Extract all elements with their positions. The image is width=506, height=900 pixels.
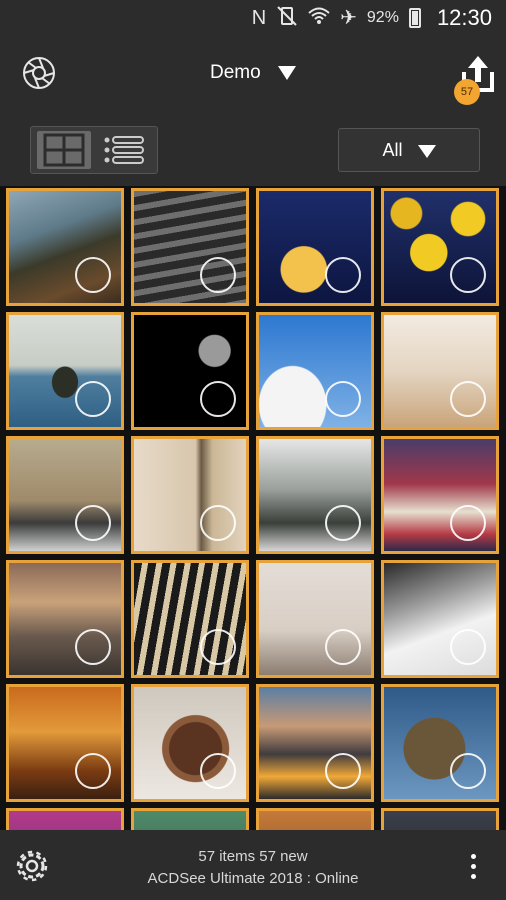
photo-thumbnail[interactable] — [256, 808, 374, 830]
select-circle[interactable] — [200, 629, 236, 665]
select-circle[interactable] — [75, 257, 111, 293]
photo-grid — [0, 186, 506, 830]
photo-thumbnail[interactable] — [256, 436, 374, 554]
select-circle[interactable] — [450, 753, 486, 789]
select-circle[interactable] — [75, 381, 111, 417]
vibrate-icon — [276, 6, 298, 30]
photo-thumbnail[interactable] — [381, 436, 499, 554]
select-circle[interactable] — [75, 753, 111, 789]
photo-thumbnail[interactable] — [131, 436, 249, 554]
grid-view-button[interactable] — [37, 131, 91, 169]
photo-thumbnail[interactable] — [131, 808, 249, 830]
view-toolbar: All — [0, 114, 506, 186]
select-circle[interactable] — [325, 753, 361, 789]
filter-label: All — [382, 140, 403, 160]
photo-thumbnail[interactable] — [131, 684, 249, 802]
select-circle[interactable] — [75, 505, 111, 541]
select-circle[interactable] — [450, 505, 486, 541]
photo-thumbnail[interactable] — [6, 560, 124, 678]
select-circle[interactable] — [325, 629, 361, 665]
photo-thumbnail[interactable] — [381, 188, 499, 306]
photo-thumbnail[interactable] — [256, 312, 374, 430]
photo-thumbnail[interactable] — [131, 560, 249, 678]
select-circle[interactable] — [450, 381, 486, 417]
photo-thumbnail[interactable] — [6, 684, 124, 802]
select-circle[interactable] — [450, 257, 486, 293]
chevron-down-icon — [277, 65, 296, 80]
select-circle[interactable] — [75, 629, 111, 665]
clock: 12:30 — [436, 5, 492, 30]
chevron-down-icon — [417, 144, 436, 158]
bottom-bar: 57 items 57 new ACDSee Ultimate 2018 : O… — [0, 830, 506, 900]
photo-thumbnail[interactable] — [381, 312, 499, 430]
item-counts: 57 items 57 new — [198, 848, 308, 865]
status-bar: N ✈ 92% 12:30 — [0, 0, 506, 36]
photo-thumbnail[interactable] — [6, 312, 124, 430]
select-circle[interactable] — [200, 505, 236, 541]
upload-count-badge: 57 — [454, 79, 480, 105]
select-circle[interactable] — [200, 753, 236, 789]
battery-percent: 92% — [366, 9, 399, 26]
album-title: Demo — [210, 62, 261, 83]
sync-status: ACDSee Ultimate 2018 : Online — [147, 870, 359, 887]
photo-thumbnail[interactable] — [6, 436, 124, 554]
battery-icon — [408, 8, 421, 28]
select-circle[interactable] — [325, 257, 361, 293]
photo-thumbnail[interactable] — [256, 188, 374, 306]
wifi-icon — [308, 7, 330, 29]
photo-thumbnail[interactable] — [6, 188, 124, 306]
photo-thumbnail[interactable] — [131, 312, 249, 430]
select-circle[interactable] — [450, 629, 486, 665]
photo-thumbnail[interactable] — [381, 684, 499, 802]
album-selector[interactable]: Demo — [0, 62, 506, 84]
filter-dropdown[interactable]: All — [338, 128, 480, 172]
photo-thumbnail[interactable] — [131, 188, 249, 306]
select-circle[interactable] — [325, 381, 361, 417]
grid-icon — [43, 133, 85, 167]
photo-thumbnail[interactable] — [256, 560, 374, 678]
list-view-button[interactable] — [97, 131, 151, 169]
select-circle[interactable] — [325, 505, 361, 541]
airplane-icon: ✈ — [340, 7, 357, 29]
view-mode-toggle — [30, 126, 158, 174]
list-icon — [104, 136, 144, 164]
app-bar: Demo 57 — [0, 36, 506, 115]
more-options-icon[interactable] — [466, 850, 480, 884]
nfc-icon: N — [251, 7, 267, 29]
photo-thumbnail[interactable] — [381, 560, 499, 678]
select-circle[interactable] — [200, 257, 236, 293]
photo-thumbnail[interactable] — [6, 808, 124, 830]
photo-thumbnail[interactable] — [256, 684, 374, 802]
select-circle[interactable] — [200, 381, 236, 417]
photo-thumbnail[interactable] — [381, 808, 499, 830]
